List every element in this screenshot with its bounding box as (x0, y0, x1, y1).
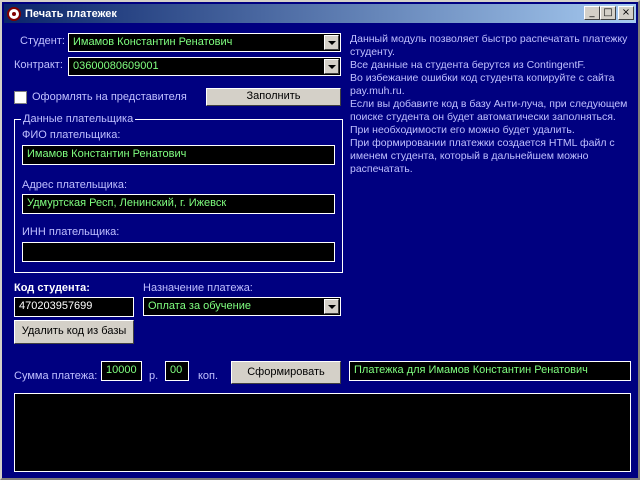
payer-name-field[interactable]: Имамов Константин Ренатович (22, 145, 335, 165)
student-label: Студент: (20, 35, 65, 47)
purpose-select-value: Оплата за обучение (148, 300, 251, 312)
app-icon (7, 6, 21, 21)
main-window: Печать платежек _ □ × Студент: Имамов Ко… (0, 0, 640, 480)
amount-rub-field[interactable]: 10000 (101, 361, 142, 381)
window-title: Печать платежек (25, 7, 117, 20)
student-select-value: Имамов Константин Ренатович (73, 36, 233, 48)
chevron-down-icon[interactable] (324, 299, 339, 314)
representative-checkbox[interactable] (14, 91, 27, 104)
delete-code-button[interactable]: Удалить код из базы (14, 320, 134, 344)
payer-address-label: Адрес плательщика: (22, 179, 128, 191)
purpose-label: Назначение платежа: (143, 282, 253, 294)
chevron-down-icon[interactable] (324, 35, 339, 50)
student-code-field[interactable]: 470203957699 (14, 297, 134, 317)
payer-name-label: ФИО плательщика: (22, 129, 121, 141)
output-area[interactable] (14, 393, 631, 472)
payer-address-field[interactable]: Удмуртская Респ, Ленинский, г. Ижевск (22, 194, 335, 214)
kop-label: коп. (198, 370, 219, 382)
payer-group-title: Данные плательщика (21, 113, 136, 125)
title-bar[interactable]: Печать платежек _ □ × (4, 4, 636, 23)
description-line: Все данные на студента берутся из Contin… (350, 59, 586, 71)
purpose-select[interactable]: Оплата за обучение (143, 297, 341, 316)
description-line: Данный модуль позволяет быстро распечата… (350, 33, 628, 58)
amount-label: Сумма платежа: (14, 370, 98, 382)
representative-label[interactable]: Оформлять на представителя (32, 91, 187, 103)
description-line: Во избежание ошибки код студента копируй… (350, 72, 615, 97)
minimize-button[interactable]: _ (584, 6, 600, 20)
window-controls: _ □ × (584, 6, 634, 20)
contract-label: Контракт: (14, 59, 63, 71)
close-button[interactable]: × (618, 6, 634, 20)
rub-label: р. (149, 370, 159, 382)
payer-inn-label: ИНН плательщика: (22, 226, 120, 238)
payer-inn-field[interactable] (22, 242, 335, 262)
result-field[interactable]: Платежка для Имамов Константин Ренатович (349, 361, 631, 381)
description-line: Если вы добавите код в базу Анти-луча, п… (350, 98, 628, 136)
maximize-button[interactable]: □ (600, 6, 616, 20)
student-code-label: Код студента: (14, 282, 90, 294)
amount-kop-field[interactable]: 00 (165, 361, 189, 381)
chevron-down-icon[interactable] (324, 59, 339, 74)
fill-button[interactable]: Заполнить (206, 88, 341, 106)
description-line: При формировании платежки создается HTML… (350, 137, 615, 175)
student-select[interactable]: Имамов Константин Ренатович (68, 33, 341, 52)
module-description: Данный модуль позволяет быстро распечата… (350, 33, 635, 176)
generate-button[interactable]: Сформировать (231, 361, 341, 384)
contract-select[interactable]: 03600080609001 (68, 57, 341, 76)
contract-select-value: 03600080609001 (73, 60, 159, 72)
